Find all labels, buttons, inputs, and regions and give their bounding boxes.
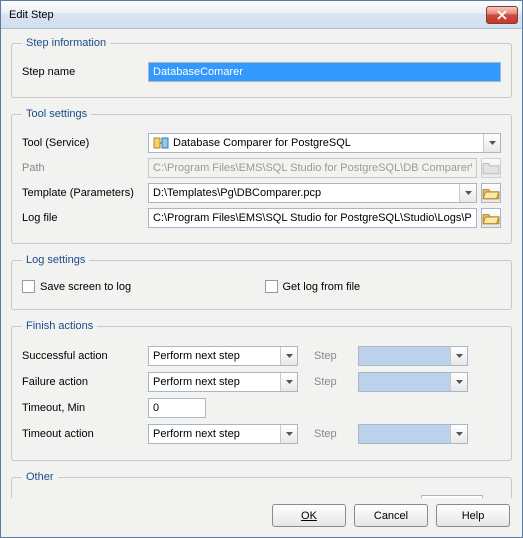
step-label: Step — [314, 350, 352, 362]
path-input — [148, 158, 477, 178]
chevron-down-icon[interactable] — [459, 184, 476, 202]
save-screen-label: Save screen to log — [40, 281, 131, 293]
step-name-input[interactable] — [148, 62, 501, 82]
folder-open-icon — [482, 209, 500, 227]
successful-action-label: Successful action — [22, 350, 142, 362]
timeout-min-label: Timeout, Min — [22, 402, 142, 414]
other-group: Other Failure only for serious errors Lo… — [11, 471, 512, 498]
timeout-step-combo[interactable] — [358, 424, 468, 444]
tool-settings-group: Tool settings Tool (Service) Database Co… — [11, 108, 512, 244]
help-button[interactable]: Help — [436, 504, 510, 527]
get-log-checkbox[interactable]: Get log from file — [265, 280, 502, 293]
tool-service-combo[interactable]: Database Comparer for PostgreSQL — [148, 133, 501, 153]
logfile-label: Log file — [22, 212, 142, 224]
edit-step-dialog: Edit Step Step information Step name Too… — [0, 0, 523, 538]
failure-action-combo[interactable]: Perform next step — [148, 372, 298, 392]
successful-action-value: Perform next step — [153, 350, 240, 362]
failure-action-value: Perform next step — [153, 376, 240, 388]
logfile-input[interactable] — [148, 208, 477, 228]
browse-logfile-button[interactable] — [481, 208, 501, 228]
tool-service-value: Database Comparer for PostgreSQL — [173, 137, 351, 149]
tool-settings-legend: Tool settings — [22, 108, 91, 120]
other-legend: Other — [22, 471, 58, 483]
finish-actions-legend: Finish actions — [22, 320, 97, 332]
close-button[interactable] — [486, 6, 518, 24]
timeout-action-label: Timeout action — [22, 428, 142, 440]
template-value: D:\Templates\Pg\DBComparer.pcp — [153, 187, 321, 199]
timeout-min-input[interactable] — [148, 398, 206, 418]
ok-button[interactable]: OK — [272, 504, 346, 527]
template-label: Template (Parameters) — [22, 187, 142, 199]
failure-action-label: Failure action — [22, 376, 142, 388]
get-log-label: Get log from file — [283, 281, 361, 293]
timeout-action-value: Perform next step — [153, 428, 240, 440]
titlebar: Edit Step — [1, 1, 522, 29]
chevron-down-icon[interactable] — [280, 425, 297, 443]
chevron-down-icon[interactable] — [450, 347, 467, 365]
dialog-content: Step information Step name Tool settings… — [1, 29, 522, 498]
chevron-down-icon[interactable] — [483, 134, 500, 152]
cancel-button[interactable]: Cancel — [354, 504, 428, 527]
chevron-down-icon[interactable] — [450, 425, 467, 443]
successful-action-combo[interactable]: Perform next step — [148, 346, 298, 366]
log-settings-group: Log settings Save screen to log Get log … — [11, 254, 512, 310]
step-information-group: Step information Step name — [11, 37, 512, 98]
finish-actions-group: Finish actions Successful action Perform… — [11, 320, 512, 461]
step-information-legend: Step information — [22, 37, 110, 49]
folder-open-icon — [482, 184, 500, 202]
db-comparer-icon — [153, 135, 169, 151]
save-screen-checkbox[interactable]: Save screen to log — [22, 280, 259, 293]
window-title: Edit Step — [9, 9, 486, 21]
checkbox-box-icon — [265, 280, 278, 293]
chevron-down-icon[interactable] — [280, 347, 297, 365]
step-name-label: Step name — [22, 66, 142, 78]
failure-step-combo[interactable] — [358, 372, 468, 392]
folder-icon — [482, 159, 500, 177]
tool-service-label: Tool (Service) — [22, 137, 142, 149]
step-label: Step — [314, 376, 352, 388]
checkbox-box-icon — [22, 280, 35, 293]
success-step-combo[interactable] — [358, 346, 468, 366]
log-settings-legend: Log settings — [22, 254, 89, 266]
dialog-buttons: OK Cancel Help — [1, 498, 522, 537]
browse-template-button[interactable] — [481, 183, 501, 203]
chevron-down-icon[interactable] — [280, 373, 297, 391]
template-combo[interactable]: D:\Templates\Pg\DBComparer.pcp — [148, 183, 477, 203]
step-label: Step — [314, 428, 352, 440]
browse-path-button — [481, 158, 501, 178]
timeout-action-combo[interactable]: Perform next step — [148, 424, 298, 444]
chevron-down-icon[interactable] — [450, 373, 467, 391]
close-icon — [497, 10, 507, 20]
path-label: Path — [22, 162, 142, 174]
